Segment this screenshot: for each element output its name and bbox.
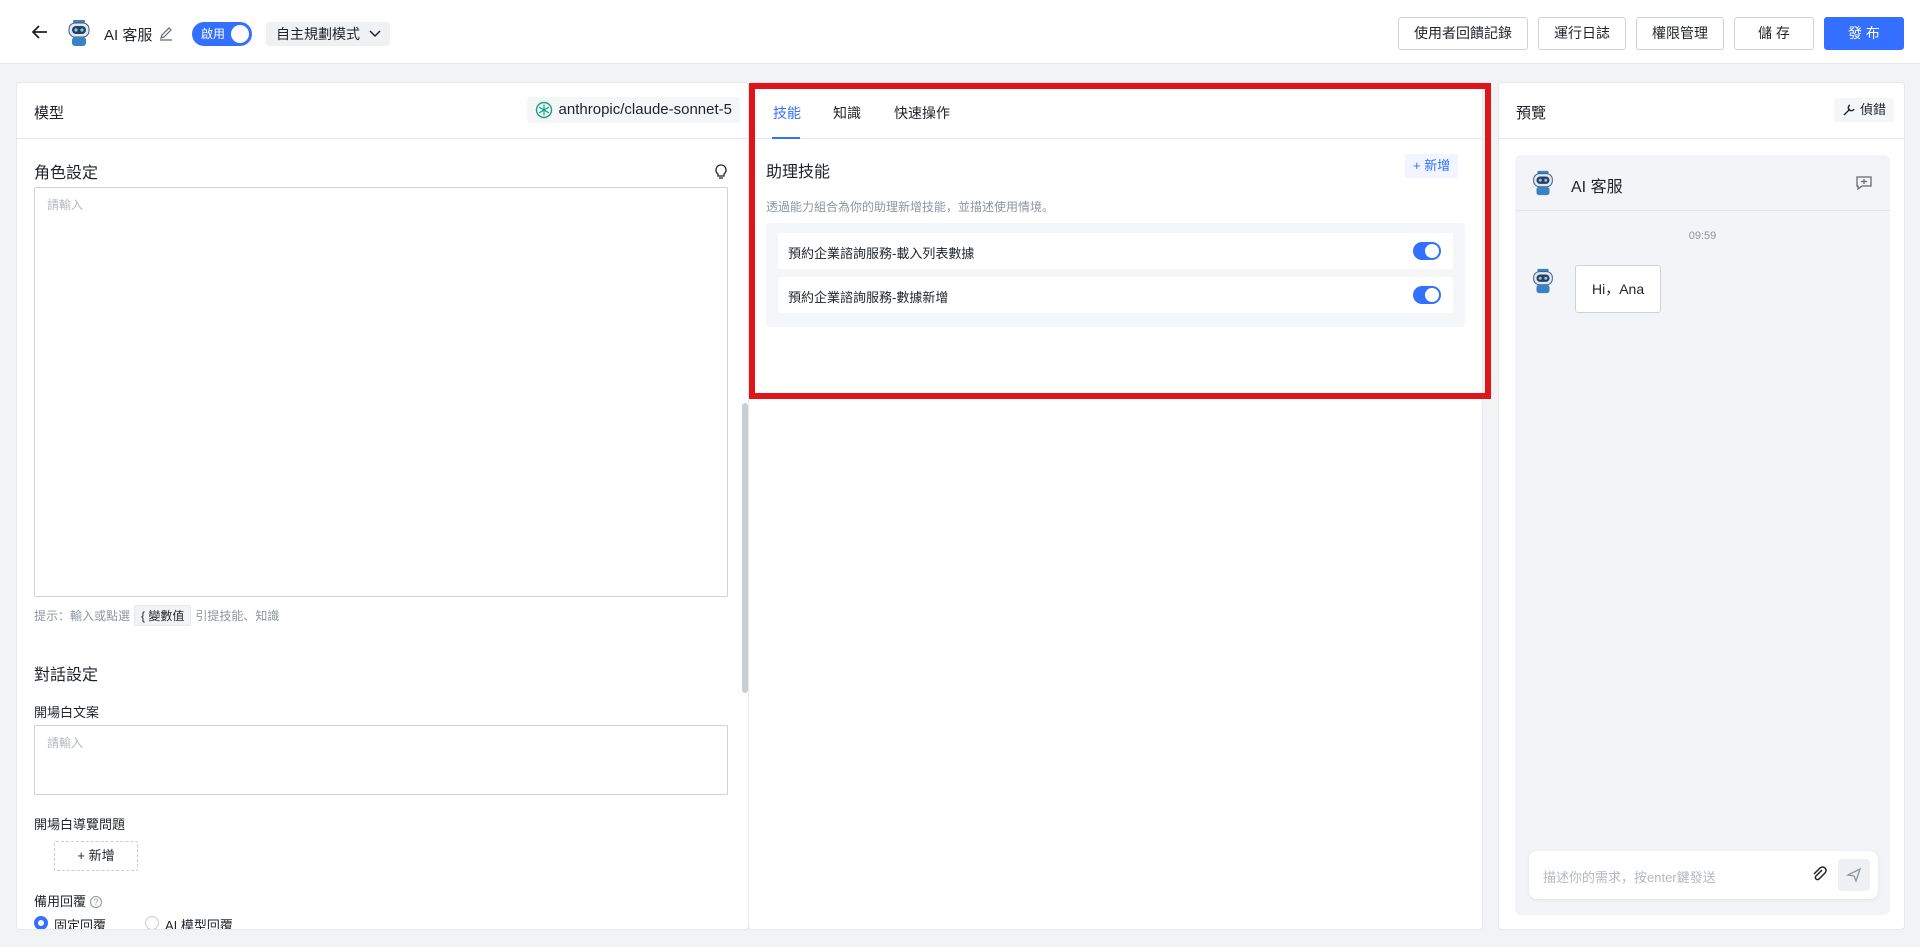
add-skill-button[interactable]: + 新增 — [1405, 154, 1459, 178]
fallback-label: 備用回覆? — [34, 891, 103, 910]
opening-placeholder: 請輸入 — [47, 736, 84, 750]
preview-header: 預覽 偵錯 — [1499, 83, 1904, 139]
back-arrow-icon[interactable] — [30, 22, 50, 42]
opening-label: 開場白文案 — [34, 705, 100, 720]
edit-pencil-icon[interactable] — [158, 25, 174, 41]
skill-item: 預約企業諮詢服務-載入列表數據 — [778, 233, 1453, 269]
skill-name: 預約企業諮詢服務-數據新增 — [788, 290, 949, 305]
send-icon — [1846, 867, 1862, 883]
add-guide-question-button[interactable]: + 新增 — [54, 841, 138, 871]
role-setting-textarea[interactable]: 請輸入 — [34, 187, 728, 597]
skills-panel: 技能 知識 快速操作 助理技能 + 新增 透過能力組合為你的助理新增技能，並描述… — [749, 82, 1483, 930]
lightbulb-icon[interactable] — [712, 163, 730, 181]
chat-header: AI 客服 — [1515, 155, 1890, 211]
dialog-setting-title: 對話設定 — [34, 667, 99, 684]
tab-knowledge[interactable]: 知識 — [833, 103, 861, 123]
model-logo-icon — [535, 101, 552, 119]
hint-suffix: 引提技能、知識 — [195, 609, 280, 623]
config-panel: 模型 anthropic/claude-sonnet-5 角色設定 請輸入 提示… — [16, 82, 749, 930]
guide-question-label: 開場白導覽問題 — [34, 817, 126, 832]
app-name: AI 客服 — [104, 27, 153, 44]
role-setting-title: 角色設定 — [34, 165, 99, 182]
skills-description: 透過能力組合為你的助理新增技能，並描述使用情境。 — [766, 200, 1055, 214]
publish-button[interactable]: 發 布 — [1824, 17, 1904, 50]
role-placeholder: 請輸入 — [47, 198, 84, 212]
preview-title: 預覽 — [1516, 105, 1547, 122]
debug-label: 偵錯 — [1859, 102, 1886, 117]
save-button[interactable]: 儲 存 — [1734, 17, 1814, 50]
bot-avatar-icon — [68, 20, 90, 46]
left-panel-scrollbar[interactable] — [742, 403, 748, 693]
skill-name: 預約企業諮詢服務-載入列表數據 — [788, 246, 975, 261]
top-header: AI 客服 啟用 自主規劃模式 使用者回饋記錄 運行日誌 權限管理 儲 存 發 … — [0, 0, 1920, 64]
feedback-log-button[interactable]: 使用者回饋記錄 — [1398, 17, 1528, 50]
chevron-down-icon — [369, 30, 381, 38]
skill-item: 預約企業諮詢服務-數據新增 — [778, 277, 1453, 313]
tab-quick-actions[interactable]: 快速操作 — [894, 103, 950, 123]
radio-dot — [145, 916, 159, 929]
radio-fixed-label: 固定回覆 — [54, 918, 107, 930]
permission-button[interactable]: 權限管理 — [1636, 17, 1724, 50]
mode-select[interactable]: 自主規劃模式 — [266, 22, 390, 46]
skills-list: 預約企業諮詢服務-載入列表數據 預約企業諮詢服務-數據新增 — [766, 223, 1465, 327]
switch-knob — [1425, 244, 1439, 258]
bot-avatar-icon — [1533, 170, 1553, 196]
enabled-toggle[interactable]: 啟用 — [192, 22, 252, 46]
skill-toggle[interactable] — [1413, 286, 1441, 304]
paperclip-icon[interactable] — [1810, 865, 1828, 883]
model-selector[interactable]: anthropic/claude-sonnet-5 — [526, 97, 740, 123]
message-time: 09:59 — [1688, 230, 1717, 242]
switch-knob — [1425, 288, 1439, 302]
run-log-button[interactable]: 運行日誌 — [1538, 17, 1626, 50]
skills-tabs: 技能 知識 快速操作 — [749, 83, 1482, 139]
radio-dot — [34, 916, 48, 929]
mode-select-value: 自主規劃模式 — [276, 26, 360, 42]
hint-prefix: 提示：輸入或點選 — [34, 609, 131, 623]
debug-button[interactable]: 偵錯 — [1833, 98, 1894, 122]
radio-ai-reply[interactable]: AI 模型回覆 — [145, 915, 233, 930]
model-name: anthropic/claude-sonnet-5 — [558, 101, 732, 118]
bot-avatar-icon — [1533, 268, 1553, 294]
chat-preview: AI 客服 09:59 Hi，Ana 描述你的需求，按enter鍵發送 — [1515, 155, 1890, 915]
tab-skills[interactable]: 技能 — [773, 103, 801, 123]
toggle-knob — [231, 25, 249, 43]
greeting-bubble: Hi，Ana — [1575, 265, 1662, 313]
model-header: 模型 anthropic/claude-sonnet-5 — [17, 83, 748, 139]
chat-input[interactable]: 描述你的需求，按enter鍵發送 — [1529, 851, 1878, 899]
skill-toggle[interactable] — [1413, 242, 1441, 260]
fallback-label-text: 備用回覆 — [34, 894, 87, 909]
assistant-skills-title: 助理技能 — [766, 164, 831, 181]
new-chat-icon[interactable] — [1854, 173, 1874, 193]
wrench-icon — [1843, 104, 1855, 116]
help-icon[interactable]: ? — [90, 896, 103, 908]
opening-textarea[interactable]: 請輸入 — [34, 725, 728, 795]
variable-chip[interactable]: { 變數值 — [134, 605, 192, 626]
active-tab-indicator — [772, 137, 800, 139]
role-hint: 提示：輸入或點選{ 變數值 引提技能、知識 — [34, 605, 279, 626]
preview-panel: 預覽 偵錯 AI 客服 09:59 Hi，Ana 描述你的需求，按enter鍵發… — [1498, 82, 1905, 930]
radio-fixed-reply[interactable]: 固定回覆 — [34, 915, 107, 930]
enabled-label: 啟用 — [201, 27, 226, 41]
chat-input-placeholder: 描述你的需求，按enter鍵發送 — [1543, 870, 1716, 885]
chat-bot-name: AI 客服 — [1571, 179, 1623, 196]
radio-ai-label: AI 模型回覆 — [165, 918, 233, 930]
send-button[interactable] — [1838, 859, 1870, 891]
model-title: 模型 — [34, 105, 65, 122]
